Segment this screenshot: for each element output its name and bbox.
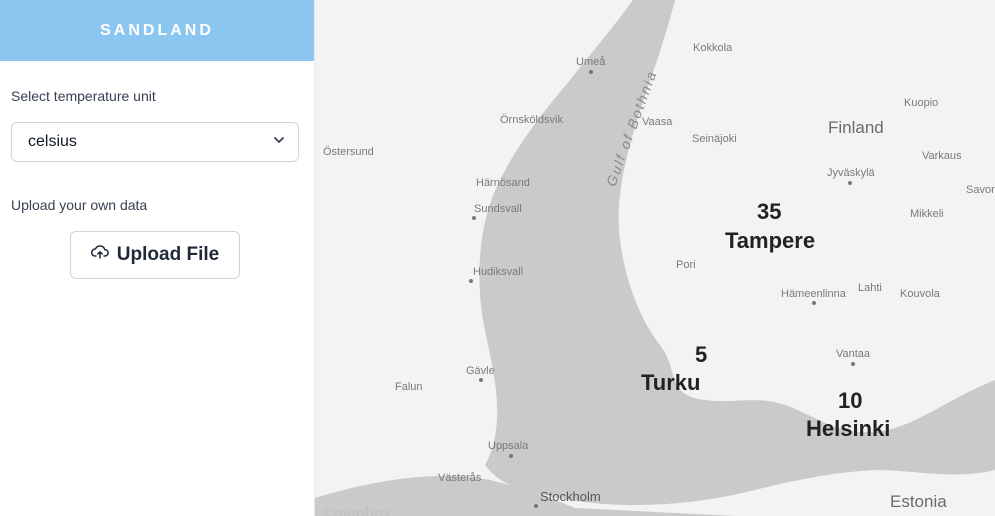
- place-dot: [851, 362, 855, 366]
- place-uppsala: Uppsala: [488, 440, 529, 452]
- upload-label: Upload your own data: [11, 197, 148, 213]
- place-stockholm: Stockholm: [540, 489, 601, 504]
- city-temperature-helsinki: 10: [838, 388, 863, 413]
- place-sundsvall: Sundsvall: [474, 203, 522, 215]
- place-ornskoldsvik: Örnsköldsvik: [500, 114, 563, 126]
- cloud-upload-icon: [90, 244, 109, 266]
- upload-file-button[interactable]: Upload File: [70, 231, 240, 279]
- place-gavle: Gävle: [466, 365, 495, 377]
- city-name-helsinki: Helsinki: [806, 416, 891, 441]
- place-kuopio: Kuopio: [904, 97, 939, 109]
- place-jyvaskyla: Jyväskylä: [827, 167, 875, 179]
- temperature-unit-label: Select temperature unit: [11, 88, 156, 104]
- map-attribution[interactable]: ©mapbox: [323, 505, 392, 516]
- city-name-tampere: Tampere: [725, 228, 816, 253]
- place-kouvola: Kouvola: [900, 288, 940, 300]
- place-savonlinna: Savor: [966, 184, 995, 196]
- country-label-finland: Finland: [828, 118, 884, 137]
- place-hameenlinna: Hämeenlinna: [781, 288, 846, 300]
- place-vantaa: Vantaa: [836, 348, 871, 360]
- place-umea: Umeå: [576, 56, 606, 68]
- place-kokkola: Kokkola: [693, 42, 733, 54]
- city-temperature-turku: 5: [695, 342, 708, 367]
- upload-button-label: Upload File: [116, 244, 220, 265]
- place-dot: [509, 454, 513, 458]
- chevron-down-icon: [272, 133, 286, 152]
- temperature-unit-select[interactable]: celsius: [11, 122, 299, 162]
- place-dot: [479, 378, 483, 382]
- sidebar: SANDLAND Select temperature unit celsius…: [0, 0, 315, 516]
- place-hudiksvall: Hudiksvall: [473, 266, 524, 278]
- city-name-turku: Turku: [641, 370, 701, 395]
- map[interactable]: Finland Estonia Gulf of Bothnia Umeå Kok…: [315, 0, 995, 516]
- place-vasteras: Västerås: [438, 472, 482, 484]
- place-ostersund: Östersund: [323, 146, 374, 158]
- place-dot: [812, 301, 816, 305]
- temperature-unit-value: celsius: [28, 133, 77, 150]
- place-harnosand: Härnösand: [476, 177, 530, 189]
- place-dot: [472, 216, 476, 220]
- place-dot: [469, 279, 473, 283]
- place-varkaus: Varkaus: [922, 150, 962, 162]
- place-falun: Falun: [395, 381, 423, 393]
- country-label-estonia: Estonia: [890, 492, 947, 511]
- place-dot: [589, 70, 593, 74]
- place-vaasa: Vaasa: [642, 116, 673, 128]
- place-mikkeli: Mikkeli: [910, 208, 944, 220]
- place-dot: [534, 504, 538, 508]
- city-temperature-tampere: 35: [757, 199, 782, 224]
- place-seinajoki: Seinäjoki: [692, 133, 737, 145]
- place-lahti: Lahti: [858, 282, 882, 294]
- app-title: SANDLAND: [0, 0, 314, 61]
- place-dot: [848, 181, 852, 185]
- place-pori: Pori: [676, 259, 696, 271]
